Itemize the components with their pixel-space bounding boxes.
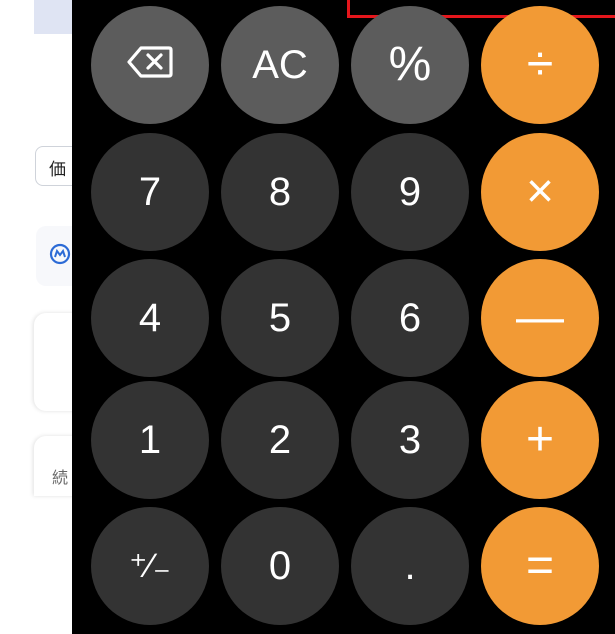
equals-label: =: [525, 539, 555, 592]
backspace-button[interactable]: [91, 6, 209, 124]
digit-2-button[interactable]: 2: [221, 381, 339, 499]
all-clear-label: AC: [252, 43, 308, 87]
digit-6-label: 6: [398, 296, 422, 340]
digit-6-button[interactable]: 6: [351, 259, 469, 377]
digit-1-button[interactable]: 1: [91, 381, 209, 499]
decimal-button[interactable]: .: [351, 507, 469, 625]
digit-5-button[interactable]: 5: [221, 259, 339, 377]
digit-4-label: 4: [138, 296, 162, 340]
digit-9-label: 9: [398, 170, 422, 214]
equals-button[interactable]: =: [481, 507, 599, 625]
minus-label: —: [516, 291, 564, 344]
digit-0-button[interactable]: 0: [221, 507, 339, 625]
plus-button[interactable]: +: [481, 381, 599, 499]
digit-3-label: 3: [398, 418, 422, 462]
plus-minus-label: ⁺∕₋: [129, 547, 171, 585]
backspace-icon: [127, 45, 173, 86]
digit-7-label: 7: [138, 170, 162, 214]
digit-8-button[interactable]: 8: [221, 133, 339, 251]
divide-label: ÷: [526, 38, 554, 91]
minus-button[interactable]: —: [481, 259, 599, 377]
m-circle-icon: [49, 243, 71, 271]
digit-4-button[interactable]: 4: [91, 259, 209, 377]
background-card-text: 続: [52, 470, 69, 487]
decimal-label: .: [404, 544, 416, 588]
digit-5-label: 5: [268, 296, 292, 340]
digit-7-button[interactable]: 7: [91, 133, 209, 251]
digit-1-label: 1: [138, 418, 162, 462]
percent-button[interactable]: %: [351, 6, 469, 124]
digit-0-label: 0: [268, 544, 292, 588]
digit-9-button[interactable]: 9: [351, 133, 469, 251]
multiply-label: ×: [525, 165, 555, 218]
all-clear-button[interactable]: AC: [221, 6, 339, 124]
digit-3-button[interactable]: 3: [351, 381, 469, 499]
multiply-button[interactable]: ×: [481, 133, 599, 251]
digit-2-label: 2: [268, 418, 292, 462]
price-chip-label: 価: [49, 160, 66, 179]
digit-8-label: 8: [268, 170, 292, 214]
calculator-keypad: AC % ÷ 7 8 9 × 4 5 6 — 1 2 3 + ⁺∕₋ 0 . =: [72, 0, 615, 634]
plus-minus-button[interactable]: ⁺∕₋: [91, 507, 209, 625]
plus-label: +: [525, 413, 555, 466]
divide-button[interactable]: ÷: [481, 6, 599, 124]
percent-label: %: [388, 38, 432, 91]
